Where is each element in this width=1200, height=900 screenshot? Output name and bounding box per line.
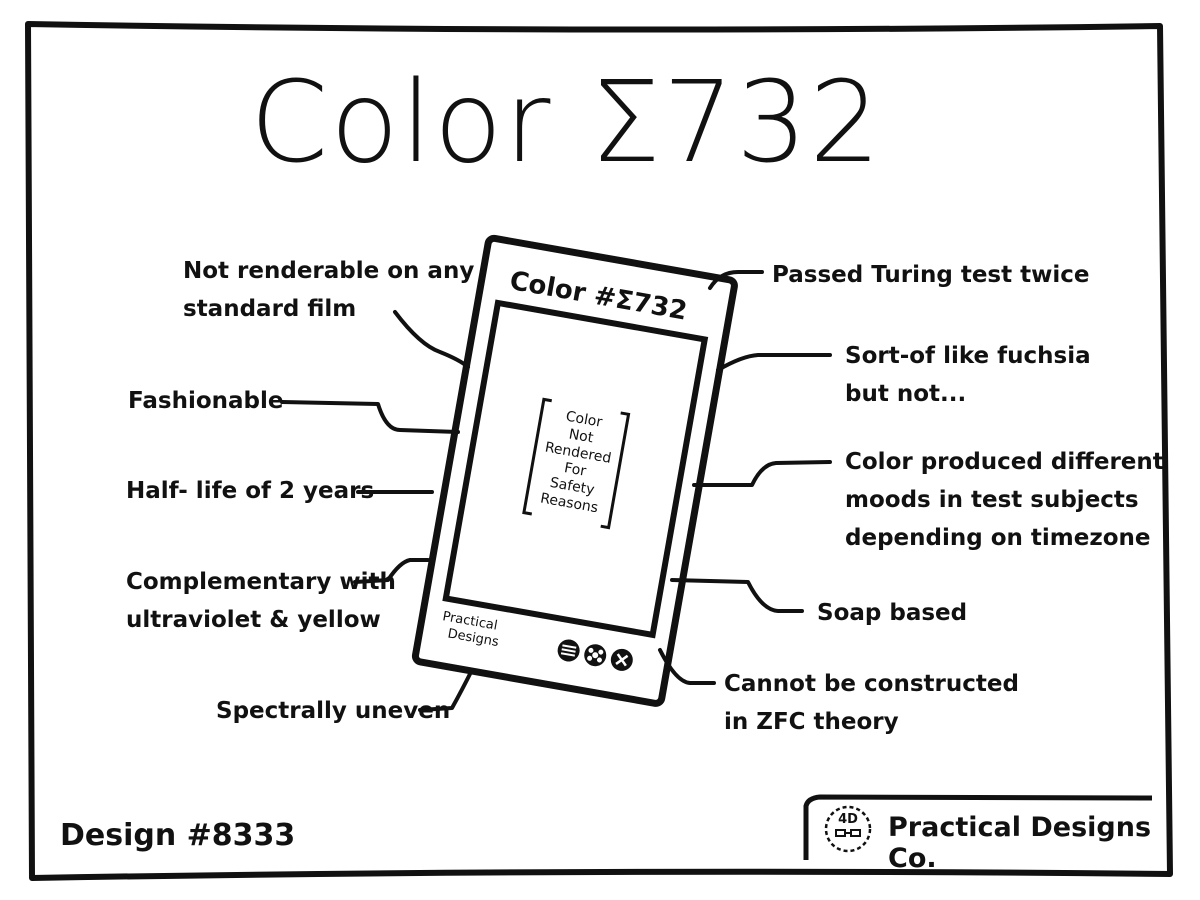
annotation-line: but not...	[845, 381, 967, 407]
design-number: Design #8333	[60, 818, 296, 853]
company-logo-text: 4D	[838, 812, 858, 827]
annotation-line: ultraviolet & yellow	[126, 607, 381, 633]
connector-soap	[670, 578, 804, 613]
annotation-complementary: Complementary with ultraviolet & yellow	[126, 563, 396, 639]
annotation-line: moods in test subjects	[845, 487, 1139, 513]
annotation-line: Passed Turing test twice	[772, 262, 1090, 288]
company-name: Practical Designs Co.	[888, 812, 1152, 874]
annotation-line: Spectrally uneven	[216, 698, 451, 724]
annotation-line: Not renderable on any	[183, 258, 475, 284]
connector-moods	[692, 460, 832, 487]
annotation-line: Fashionable	[128, 388, 284, 414]
annotation-line: Half- life of 2 years	[126, 478, 375, 504]
company-logo-icon: 4D	[824, 805, 872, 853]
annotation-zfc: Cannot be constructed in ZFC theory	[724, 665, 1019, 741]
annotation-line: Sort-of like fuchsia	[845, 343, 1091, 369]
annotation-line: Complementary with	[126, 569, 396, 595]
connector-fuchsia	[716, 353, 832, 372]
annotation-spectrally: Spectrally uneven	[216, 692, 450, 730]
page-title: Color Σ732	[250, 58, 883, 188]
annotation-turing: Passed Turing test twice	[772, 256, 1089, 294]
connector-fashionable	[280, 400, 460, 434]
annotation-moods: Color produced different moods in test s…	[845, 443, 1164, 557]
annotation-fuchsia: Sort-of like fuchsia but not...	[845, 337, 1091, 413]
annotation-line: standard film	[183, 296, 357, 322]
annotation-line: Color produced different	[845, 449, 1164, 475]
annotation-line: Cannot be constructed	[724, 671, 1019, 697]
annotation-not-renderable: Not renderable on any standard film	[183, 252, 474, 328]
annotation-soap: Soap based	[817, 594, 967, 632]
annotation-fashionable: Fashionable	[128, 382, 283, 420]
annotation-half-life: Half- life of 2 years	[126, 472, 374, 510]
annotation-line: Soap based	[817, 600, 968, 626]
annotation-line: depending on timezone	[845, 525, 1151, 551]
annotation-line: in ZFC theory	[724, 709, 899, 735]
